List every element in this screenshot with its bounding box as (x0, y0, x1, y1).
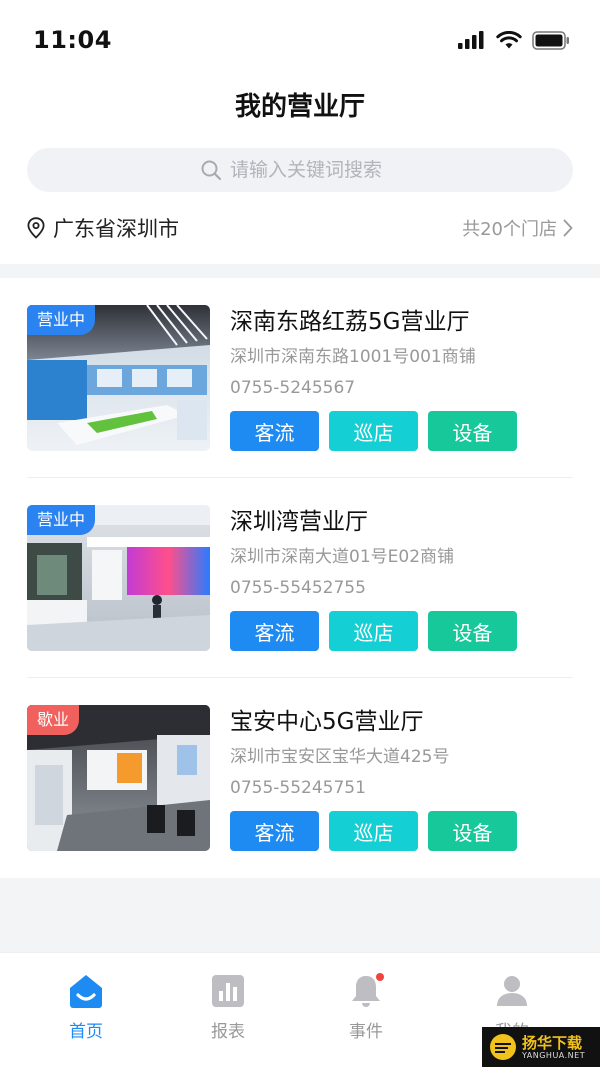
store-count-link[interactable]: 共20个门店 (462, 215, 573, 241)
store-address: 深圳市深南东路1001号001商铺 (230, 347, 476, 367)
device-button[interactable]: 设备 (428, 811, 517, 851)
store-card[interactable]: 歇业 宝安中心5G营业厅 深圳市宝安区宝华大道425号 0755-5524575… (27, 705, 573, 851)
inspection-button[interactable]: 巡店 (329, 411, 418, 451)
traffic-button[interactable]: 客流 (230, 411, 319, 451)
store-phone: 0755-55245751 (230, 778, 366, 798)
store-photo: 营业中 (27, 305, 210, 451)
store-photo: 歇业 (27, 705, 210, 851)
divider (27, 477, 573, 478)
watermark-logo-icon (490, 1034, 516, 1060)
search-bar[interactable] (27, 148, 573, 192)
store-info: 深圳湾营业厅 深圳市深南大道01号E02商铺 0755-55452755 (230, 505, 573, 600)
store-info: 深南东路红荔5G营业厅 深圳市深南东路1001号001商铺 0755-52455… (230, 305, 573, 400)
status-badge: 营业中 (27, 305, 96, 335)
store-name: 宝安中心5G营业厅 (230, 709, 424, 735)
status-icons (458, 28, 570, 52)
header-area: 11:04 我的营业厅 请输入关键词搜索 广东省深圳市 共20个门店 (0, 0, 600, 264)
store-address: 深圳市深南大道01号E02商铺 (230, 547, 455, 567)
battery-icon (532, 30, 569, 50)
bell-icon-wrap (346, 971, 386, 1011)
store-phone: 0755-5245567 (230, 378, 356, 398)
store-phone: 0755-55452755 (230, 578, 366, 598)
inspection-button[interactable]: 巡店 (329, 611, 418, 651)
chart-icon (212, 975, 244, 1007)
status-badge: 营业中 (27, 505, 96, 535)
home-icon (70, 975, 102, 1008)
city-selector[interactable]: 广东省深圳市 (27, 213, 179, 243)
tab-label: 报表 (211, 1022, 245, 1042)
search-icon (201, 160, 222, 181)
tab-events[interactable]: 事件 (316, 971, 416, 1042)
store-count: 共20个门店 (462, 219, 557, 240)
watermark-brand: 扬华下载 (522, 1033, 583, 1052)
store-info: 宝安中心5G营业厅 深圳市宝安区宝华大道425号 0755-55245751 (230, 705, 573, 800)
watermark-url: YANGHUA.NET (522, 1050, 586, 1060)
divider (27, 677, 573, 678)
status-badge: 歇业 (27, 705, 80, 735)
store-name: 深南东路红荔5G营业厅 (230, 309, 470, 335)
status-bar: 11:04 (0, 0, 600, 80)
tab-label: 事件 (349, 1022, 383, 1042)
search-input[interactable] (230, 159, 400, 181)
traffic-button[interactable]: 客流 (230, 811, 319, 851)
inspection-button[interactable]: 巡店 (329, 811, 418, 851)
signal-icon (458, 31, 484, 49)
page-title: 我的营业厅 (234, 92, 365, 122)
status-time: 11:04 (33, 26, 112, 54)
store-actions: 客流 巡店 设备 (230, 611, 517, 651)
tab-reports[interactable]: 报表 (178, 971, 278, 1042)
location-pin-icon (27, 217, 45, 239)
chevron-right-icon (563, 219, 573, 237)
tab-label: 首页 (69, 1022, 103, 1042)
store-list: 营业中 深南东路红荔5G营业厅 深圳市深南东路1001号001商铺 0755-5… (0, 278, 600, 878)
location-row: 广东省深圳市 共20个门店 (27, 212, 573, 244)
traffic-button[interactable]: 客流 (230, 611, 319, 651)
store-photo: 营业中 (27, 505, 210, 651)
watermark: 扬华下载 YANGHUA.NET (482, 1027, 600, 1067)
city-name: 广东省深圳市 (53, 217, 179, 241)
notification-dot (376, 973, 384, 981)
store-card[interactable]: 营业中 深南东路红荔5G营业厅 深圳市深南东路1001号001商铺 0755-5… (27, 305, 573, 451)
device-button[interactable]: 设备 (428, 411, 517, 451)
store-address: 深圳市宝安区宝华大道425号 (230, 747, 450, 767)
store-name: 深圳湾营业厅 (230, 509, 368, 535)
user-icon (497, 976, 527, 1006)
watermark-text: 扬华下载 YANGHUA.NET (522, 1035, 585, 1060)
store-actions: 客流 巡店 设备 (230, 411, 517, 451)
tab-home[interactable]: 首页 (36, 971, 136, 1042)
device-button[interactable]: 设备 (428, 611, 517, 651)
store-actions: 客流 巡店 设备 (230, 811, 517, 851)
store-card[interactable]: 营业中 深圳湾营业厅 深圳市深南大道01号E02商铺 0755-55452755… (27, 505, 573, 651)
wifi-icon (496, 30, 522, 48)
